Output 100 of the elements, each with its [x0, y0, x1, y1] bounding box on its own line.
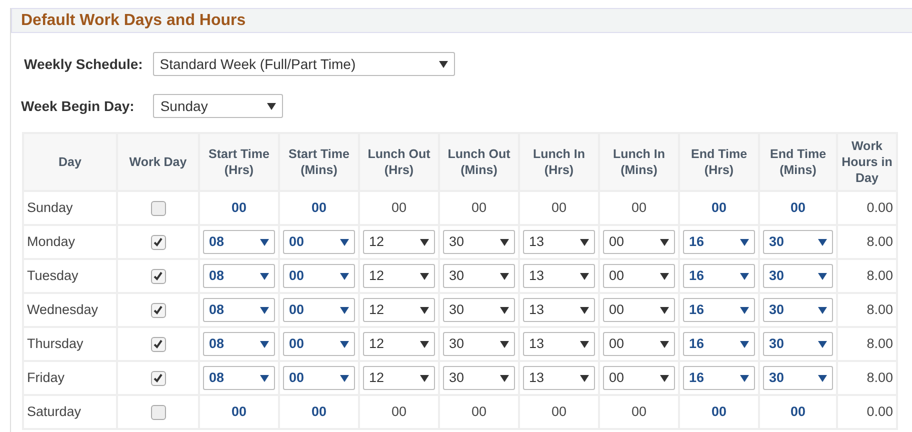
time-dropdown[interactable]: 00 — [603, 298, 675, 322]
time-value: 00 — [790, 404, 806, 419]
time-value: 00 — [231, 200, 247, 215]
time-dropdown[interactable]: 12 — [363, 230, 435, 254]
time-dropdown[interactable]: 30 — [763, 332, 833, 356]
time-dropdown[interactable]: 08 — [203, 332, 275, 356]
week-begin-day-dropdown[interactable]: Sunday — [153, 94, 284, 118]
caret-icon — [500, 306, 509, 314]
time-value: 00 — [711, 200, 727, 215]
time-dropdown[interactable]: 12 — [363, 332, 435, 356]
caret-icon — [580, 374, 589, 382]
time-value: 00 — [391, 200, 407, 215]
caret-icon — [340, 272, 349, 280]
caret-icon — [818, 374, 827, 382]
time-dropdown[interactable]: 16 — [683, 230, 755, 254]
time-dropdown[interactable]: 13 — [523, 366, 595, 390]
time-dropdown[interactable]: 30 — [443, 332, 515, 356]
time-dropdown[interactable]: 16 — [683, 332, 755, 356]
column-header: End Time (Hrs) — [690, 147, 748, 177]
caret-icon — [340, 238, 349, 246]
time-dropdown[interactable]: 30 — [443, 366, 515, 390]
work-day-checkbox[interactable] — [150, 200, 166, 216]
caret-icon — [420, 306, 429, 314]
day-name: Sunday — [27, 200, 73, 215]
work-hours: 0.00 — [866, 200, 893, 215]
time-value: 00 — [551, 200, 567, 215]
time-dropdown[interactable]: 00 — [603, 366, 675, 390]
caret-icon — [660, 340, 669, 348]
time-dropdown[interactable]: 30 — [443, 298, 515, 322]
caret-icon — [500, 272, 509, 280]
time-dropdown[interactable]: 13 — [523, 332, 595, 356]
column-header: Lunch Out (Mins) — [448, 147, 510, 177]
time-dropdown[interactable]: 00 — [603, 332, 675, 356]
time-dropdown[interactable]: 00 — [283, 264, 355, 288]
time-dropdown[interactable]: 00 — [283, 332, 355, 356]
time-dropdown[interactable]: 16 — [683, 298, 755, 322]
caret-icon — [818, 340, 827, 348]
work-day-checkbox[interactable] — [150, 234, 166, 250]
caret-icon — [740, 238, 749, 246]
caret-icon — [420, 374, 429, 382]
column-header: Day — [58, 155, 82, 169]
weekly-schedule-dropdown[interactable]: Standard Week (Full/Part Time) — [152, 52, 455, 76]
time-dropdown[interactable]: 12 — [363, 366, 435, 390]
time-dropdown[interactable]: 30 — [763, 230, 833, 254]
time-dropdown[interactable]: 30 — [763, 366, 833, 390]
caret-icon — [740, 272, 749, 280]
time-dropdown[interactable]: 12 — [363, 264, 435, 288]
day-name: Friday — [27, 370, 65, 385]
caret-icon — [818, 272, 827, 280]
time-dropdown[interactable]: 16 — [683, 264, 755, 288]
time-dropdown[interactable]: 00 — [283, 230, 355, 254]
column-header: Start Time (Hrs) — [208, 147, 270, 177]
caret-icon — [438, 60, 448, 68]
caret-icon — [660, 238, 669, 246]
column-header: Work Day — [129, 155, 187, 169]
time-dropdown[interactable]: 08 — [203, 366, 275, 390]
work-hours: 8.00 — [866, 234, 893, 249]
work-day-checkbox[interactable] — [150, 370, 166, 386]
caret-icon — [260, 272, 269, 280]
column-header: Lunch Out (Hrs) — [368, 147, 430, 177]
time-dropdown[interactable]: 00 — [283, 366, 355, 390]
time-dropdown[interactable]: 12 — [363, 298, 435, 322]
column-header: Work Hours in Day — [842, 139, 892, 185]
caret-icon — [660, 272, 669, 280]
work-day-checkbox[interactable] — [150, 268, 166, 284]
time-dropdown[interactable]: 00 — [603, 264, 675, 288]
column-header: Lunch In (Hrs) — [532, 147, 586, 177]
work-hours: 0.00 — [866, 404, 893, 419]
time-dropdown[interactable]: 08 — [203, 298, 275, 322]
work-day-checkbox[interactable] — [150, 404, 166, 420]
work-day-checkbox[interactable] — [150, 336, 166, 352]
time-value: 00 — [311, 200, 327, 215]
work-hours: 8.00 — [866, 370, 893, 385]
time-dropdown[interactable]: 30 — [443, 264, 515, 288]
time-dropdown[interactable]: 13 — [523, 264, 595, 288]
time-value: 00 — [711, 404, 727, 419]
column-header: End Time (Mins) — [770, 147, 826, 177]
time-dropdown[interactable]: 13 — [523, 298, 595, 322]
caret-icon — [260, 306, 269, 314]
caret-icon — [660, 374, 669, 382]
time-dropdown[interactable]: 30 — [763, 298, 833, 322]
time-dropdown[interactable]: 08 — [203, 264, 275, 288]
column-header: Start Time (Mins) — [288, 147, 350, 177]
field-label: Week Begin Day: — [21, 96, 134, 116]
caret-icon — [420, 272, 429, 280]
time-dropdown[interactable]: 30 — [763, 264, 833, 288]
caret-icon — [818, 306, 827, 314]
caret-icon — [260, 374, 269, 382]
caret-icon — [818, 238, 827, 246]
time-value: 00 — [471, 404, 487, 419]
time-dropdown[interactable]: 08 — [203, 230, 275, 254]
time-dropdown[interactable]: 16 — [683, 366, 755, 390]
time-dropdown[interactable]: 30 — [443, 230, 515, 254]
caret-icon — [340, 306, 349, 314]
time-value: 00 — [471, 200, 487, 215]
time-dropdown[interactable]: 00 — [283, 298, 355, 322]
time-dropdown[interactable]: 13 — [523, 230, 595, 254]
work-hours: 8.00 — [866, 302, 893, 317]
work-day-checkbox[interactable] — [150, 302, 166, 318]
time-dropdown[interactable]: 00 — [603, 230, 675, 254]
